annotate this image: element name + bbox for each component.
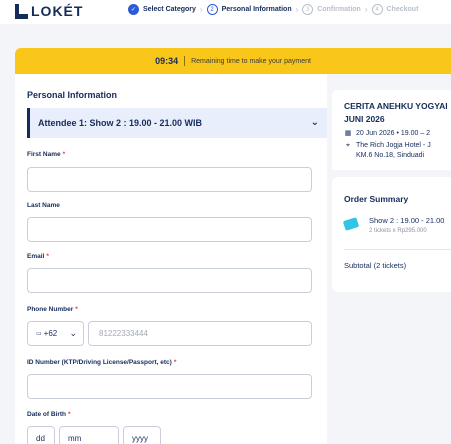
location-pin-icon: ⌖ xyxy=(346,142,350,149)
last-name-input[interactable] xyxy=(27,217,312,242)
step-number: 4 xyxy=(371,4,383,15)
logo-mark-icon xyxy=(15,3,28,19)
required-mark: * xyxy=(68,411,71,418)
step-checkout: 4 Checkout xyxy=(371,4,419,15)
countdown-time: 09:34 xyxy=(155,56,179,66)
checkout-page: LOKÉT ✓ Select Category › 2 Personal Inf… xyxy=(0,0,451,444)
email-input[interactable] xyxy=(27,268,312,293)
divider xyxy=(344,249,451,250)
step-number: 3 xyxy=(302,4,314,15)
country-code-value: +62 xyxy=(43,329,58,338)
step-label: Checkout xyxy=(386,6,419,13)
step-label: Confirmation xyxy=(317,6,361,13)
dob-year-placeholder: yyyy xyxy=(132,433,148,443)
event-info-card: CERITA ANEHKU YOGYAI JUNI 2026 ▦ 20 Jun … xyxy=(332,90,451,170)
phone-number-input[interactable]: 81222333444 xyxy=(88,321,312,346)
first-name-input[interactable] xyxy=(27,167,312,192)
step-label: Select Category xyxy=(143,6,196,13)
chevron-right-icon: › xyxy=(199,5,203,14)
last-name-label: Last Name xyxy=(27,202,60,209)
event-title: CERITA ANEHKU YOGYAI JUNI 2026 xyxy=(344,100,448,126)
personal-info-form: Personal Information Attendee 1: Show 2 … xyxy=(15,74,327,444)
step-confirmation: 3 Confirmation xyxy=(302,4,361,15)
required-mark: * xyxy=(75,306,78,313)
dob-year-input[interactable]: yyyy xyxy=(123,426,161,444)
phone-label: Phone Number * xyxy=(27,306,78,313)
order-summary-card: Order Summary Show 2 : 19.00 - 21.00 2 t… xyxy=(332,177,451,292)
section-title: Personal Information xyxy=(27,90,118,100)
event-venue: The Rich Jogja Hotel - J KM.6 No.18, Sin… xyxy=(356,142,431,159)
event-date: 20 Jun 2026 • 19.00 – 2 xyxy=(356,130,431,137)
timer-message: Remaining time to make your payment xyxy=(191,57,311,65)
logo-text: LOKÉT xyxy=(31,3,84,19)
attendee-accordion[interactable]: Attendee 1: Show 2 : 19.00 - 21.00 WIB ⌄ xyxy=(27,108,327,138)
id-number-label: ID Number (KTP/Driving License/Passport,… xyxy=(27,359,177,366)
loket-logo[interactable]: LOKÉT xyxy=(15,3,83,19)
chevron-down-icon: ⌄ xyxy=(310,117,319,128)
event-title-line: CERITA ANEHKU YOGYAI xyxy=(344,101,448,111)
calendar-icon: ▦ xyxy=(344,130,352,137)
email-label: Email * xyxy=(27,253,49,260)
ticket-icon xyxy=(342,217,360,231)
step-label: Personal Information xyxy=(221,6,292,13)
step-personal-information: 2 Personal Information xyxy=(206,4,292,15)
top-bar: LOKÉT ✓ Select Category › 2 Personal Inf… xyxy=(0,0,451,24)
step-number: 2 xyxy=(206,4,218,15)
flag-icon: ▭ xyxy=(36,331,42,337)
required-mark: * xyxy=(46,253,49,260)
dob-month-input[interactable]: mm xyxy=(59,426,119,444)
dob-label: Date of Birth * xyxy=(27,411,71,418)
divider xyxy=(184,56,186,66)
subtotal-label: Subtotal (2 tickets) xyxy=(344,261,407,270)
chevron-right-icon: › xyxy=(295,5,299,14)
ticket-quantity: 2 tickets x Rp295.000 xyxy=(369,228,427,234)
required-mark: * xyxy=(62,151,66,158)
dob-month-placeholder: mm xyxy=(68,433,82,443)
country-code-select[interactable]: ▭ +62 ⌄ xyxy=(27,321,84,346)
checkout-steps: ✓ Select Category › 2 Personal Informati… xyxy=(128,4,418,15)
payment-timer-banner: 09:34 Remaining time to make your paymen… xyxy=(15,48,451,74)
ticket-name: Show 2 : 19.00 - 21.00 xyxy=(369,216,445,225)
phone-placeholder: 81222333444 xyxy=(99,329,148,338)
event-date-row: ▦ 20 Jun 2026 • 19.00 – 2 xyxy=(344,129,430,139)
dob-day-input[interactable]: dd xyxy=(27,426,55,444)
id-number-input[interactable] xyxy=(27,374,312,399)
event-title-line: JUNI 2026 xyxy=(344,114,385,124)
first-name-label: First Name * xyxy=(27,151,66,158)
attendee-title: Attendee 1: Show 2 : 19.00 - 21.00 WIB xyxy=(38,118,203,128)
event-venue-row: ⌖ The Rich Jogja Hotel - J KM.6 No.18, S… xyxy=(344,141,431,161)
step-select-category: ✓ Select Category xyxy=(128,4,196,15)
chevron-down-icon: ⌄ xyxy=(69,328,77,338)
step-check-icon: ✓ xyxy=(128,4,139,15)
required-mark: * xyxy=(173,359,177,366)
order-summary-title: Order Summary xyxy=(344,194,409,204)
dob-day-placeholder: dd xyxy=(36,433,45,443)
chevron-right-icon: › xyxy=(364,5,368,14)
